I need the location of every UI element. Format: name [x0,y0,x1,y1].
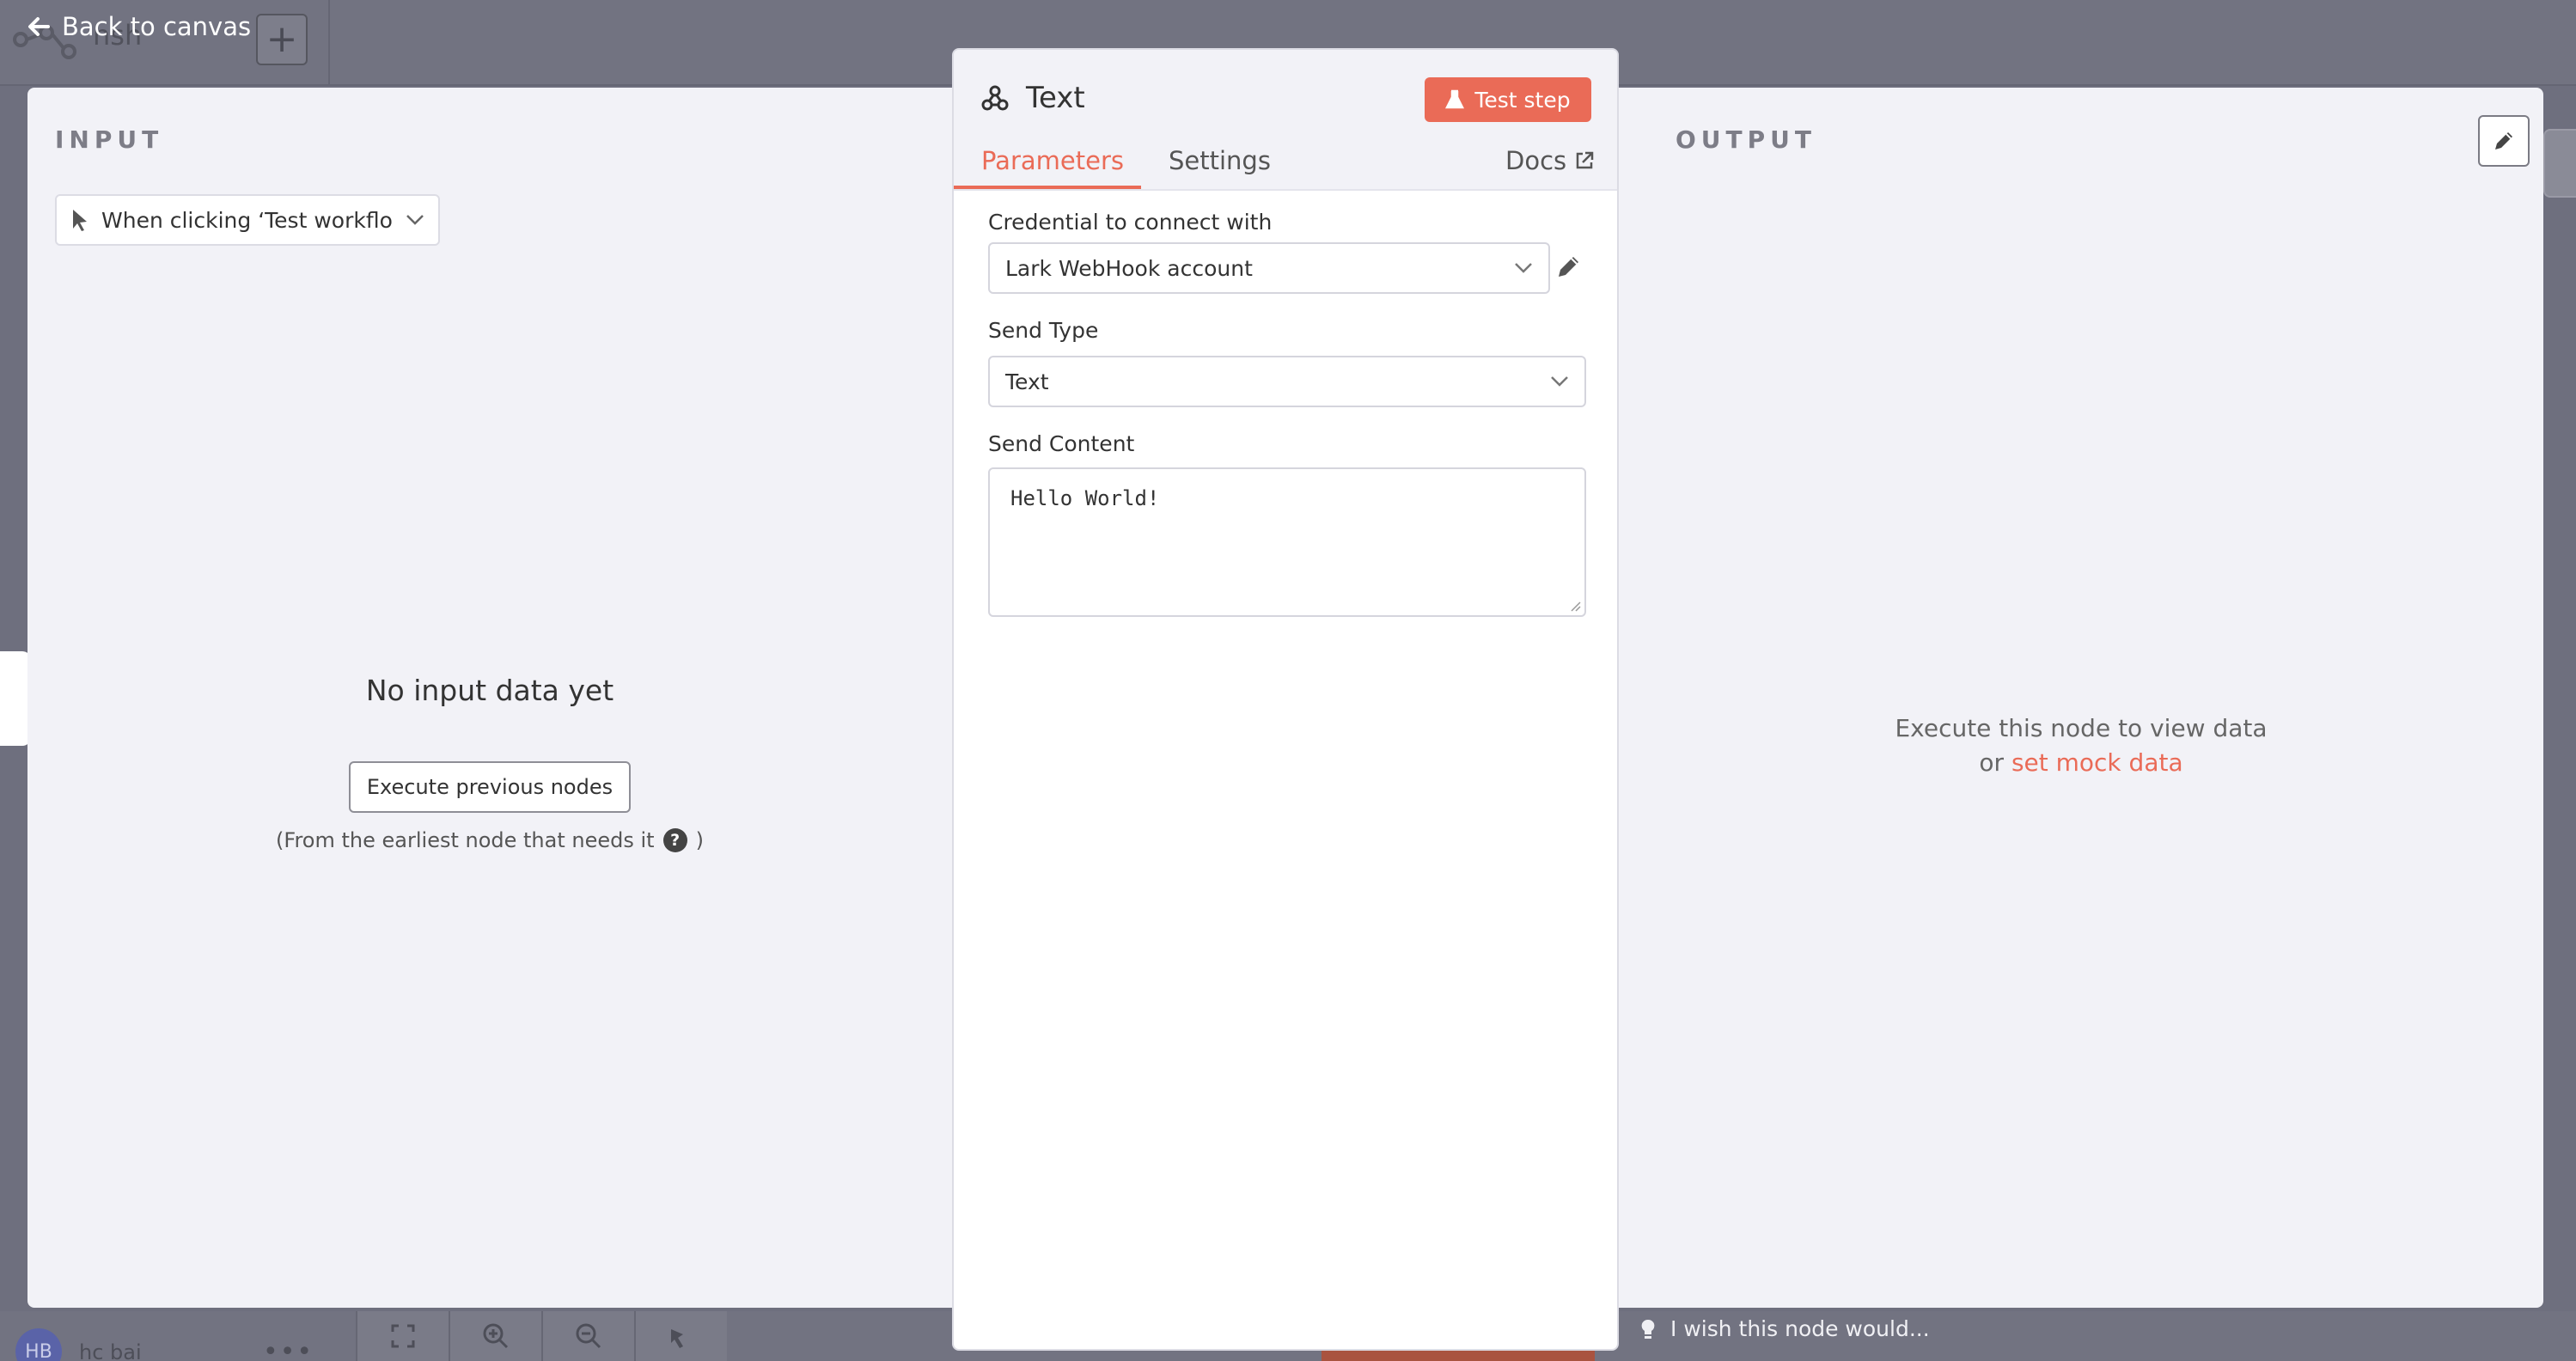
back-to-canvas-label: Back to canvas [62,12,252,41]
output-pane: OUTPUT Execute this node to view data or… [1619,88,2543,1308]
input-node-select-value: When clicking ‘Test workflow’ [101,207,394,233]
tab-settings[interactable]: Settings [1169,146,1271,175]
resize-handle-icon[interactable] [1567,598,1581,612]
send-type-select-value: Text [1005,369,1049,394]
chevron-down-icon [1515,263,1532,273]
external-link-icon [1576,151,1594,169]
output-pane-label: OUTPUT [1676,125,1816,154]
execute-hint-text: (From the earliest node that needs it [276,828,655,852]
output-message-line: Execute this node to view data [1895,714,2268,742]
question-icon[interactable]: ? [662,828,687,852]
tab-parameters[interactable]: Parameters [981,146,1124,175]
pencil-icon [2495,132,2512,150]
execute-hint: (From the earliest node that needs it ? … [27,828,952,852]
execute-previous-nodes-button[interactable]: Execute previous nodes [349,761,631,813]
edit-credential-icon[interactable] [1555,253,1583,280]
docs-link[interactable]: Docs [1505,146,1594,175]
send-content-value: Hello World! [1010,486,1160,510]
docs-link-label: Docs [1505,146,1567,175]
no-input-title: No input data yet [365,674,614,707]
test-step-label: Test step [1474,87,1571,113]
chevron-down-icon [1551,376,1568,387]
fit-view-icon [356,1311,449,1361]
execute-hint-close: ) [695,828,704,852]
output-empty-message: Execute this node to view data or set mo… [1619,711,2543,780]
user-menu-dots: ••• [263,1337,314,1361]
side-panel-tab[interactable] [0,651,31,746]
user-name: hc bai [79,1340,142,1361]
node-feedback-link[interactable]: I wish this node would... [1639,1316,1930,1341]
background-side-control [2543,129,2576,198]
flask-icon [1445,89,1465,109]
input-pane-label: INPUT [55,125,164,154]
back-to-canvas-link[interactable]: Back to canvas [26,12,251,41]
send-type-label: Send Type [988,318,1099,343]
arrow-left-icon [28,17,50,36]
credential-select-value: Lark WebHook account [1005,255,1253,281]
webhook-node-icon [981,85,1009,111]
output-message-or: or [1979,748,2005,777]
zoom-in-icon [449,1311,541,1361]
test-step-button[interactable]: Test step [1425,77,1591,122]
zoom-out-icon [541,1311,634,1361]
node-title[interactable]: Text [1026,81,1085,115]
node-feedback-label: I wish this node would... [1670,1316,1930,1341]
input-node-select[interactable]: When clicking ‘Test workflow’ [55,194,440,246]
edit-output-button[interactable] [2478,115,2530,167]
credential-label: Credential to connect with [988,210,1273,235]
background-sidebar-edge [328,0,330,86]
chevron-down-icon [406,215,424,225]
node-settings-header: Text Test step Parameters Settings Docs [954,50,1617,191]
send-content-textarea[interactable]: Hello World! [988,467,1586,617]
active-tab-indicator [954,186,1141,189]
input-pane: INPUT When clicking ‘Test workflow’ No i… [27,88,952,1308]
tidy-up-icon [634,1311,727,1361]
add-workflow-button: + [256,14,308,65]
credential-select[interactable]: Lark WebHook account [988,242,1550,294]
cursor-pointer-icon [73,210,87,231]
set-mock-data-link[interactable]: set mock data [2011,748,2183,777]
node-settings-panel: Text Test step Parameters Settings Docs … [952,48,1619,1351]
send-content-label: Send Content [988,431,1135,456]
send-type-select[interactable]: Text [988,356,1586,407]
lightbulb-icon [1641,1319,1655,1339]
